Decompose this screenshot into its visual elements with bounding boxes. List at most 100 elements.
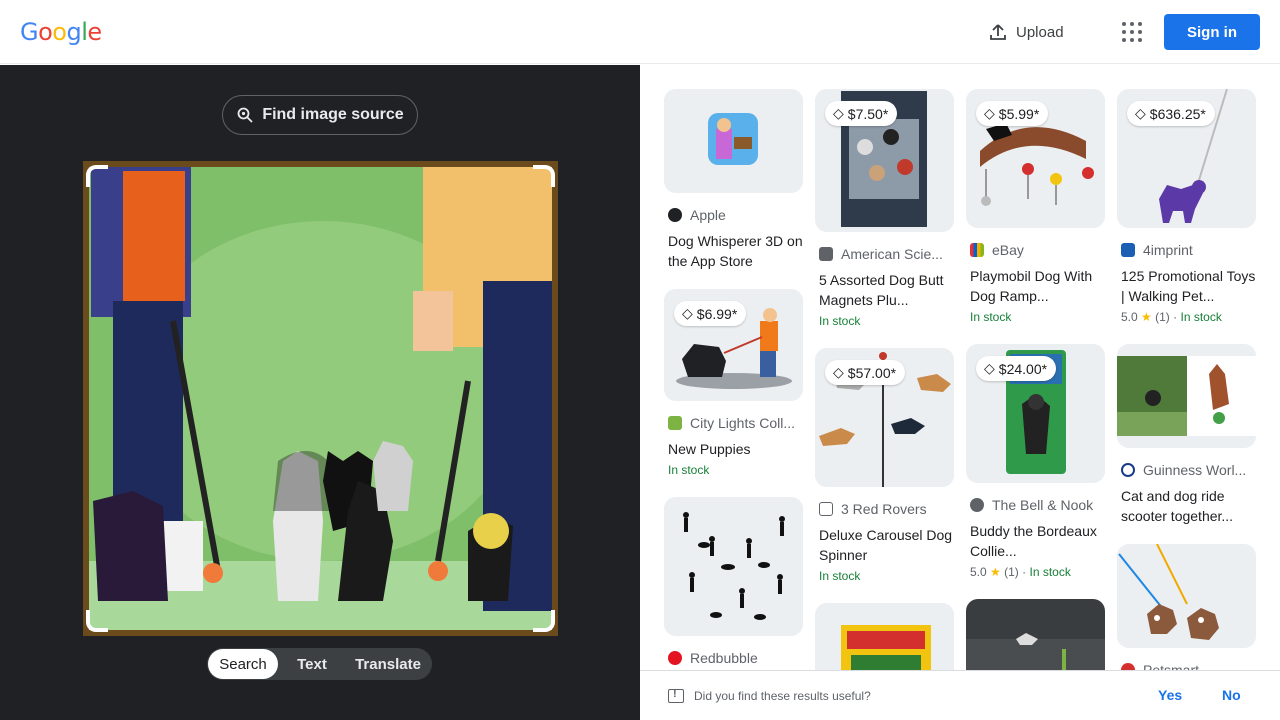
result-card[interactable]: Guinness Worl... Cat and dog ride scoote… <box>1117 344 1256 526</box>
result-card[interactable]: Redbubble <box>664 497 803 666</box>
rating-and-stock: 5.0 ★ (1) · In stock <box>1117 308 1256 326</box>
lens-mode-tabs: Search Text Translate <box>207 648 432 680</box>
result-title[interactable]: Playmobil Dog With Dog Ramp... <box>966 266 1105 306</box>
results-column-1: Apple Dog Whisperer 3D on the App Store … <box>664 89 803 670</box>
query-image[interactable] <box>83 161 558 636</box>
feedback-bar: Did you find these results useful? Yes N… <box>640 670 1280 720</box>
result-title[interactable]: Buddy the Bordeaux Collie... <box>966 521 1105 561</box>
results-column-3: ◇ $5.99* eBay Playmobil Dog With Dog Ramp… <box>966 89 1105 670</box>
visual-matches-panel: Apple Dog Whisperer 3D on the App Store … <box>640 65 1280 670</box>
find-image-source-button[interactable]: Find image source <box>222 95 418 135</box>
price-tag: ◇ $636.25* <box>1127 101 1215 126</box>
crop-handle-top-left[interactable] <box>86 165 108 187</box>
price-tag-icon: ◇ <box>1135 105 1146 121</box>
result-title[interactable]: New Puppies <box>664 439 803 459</box>
review-count: (1) <box>1004 565 1019 579</box>
result-source: The Bell & Nook <box>966 497 1105 513</box>
result-thumbnail[interactable] <box>966 599 1105 670</box>
result-card[interactable] <box>966 599 1105 670</box>
apps-grid-icon[interactable] <box>1120 20 1144 44</box>
results-column-2: ◇ $7.50* American Scie... 5 Assorted Dog … <box>815 89 954 670</box>
price-tag: ◇ $7.50* <box>825 101 898 126</box>
feedback-icon <box>668 688 684 703</box>
result-card[interactable]: Apple Dog Whisperer 3D on the App Store <box>664 89 803 271</box>
star-icon: ★ <box>1141 310 1152 324</box>
upload-label: Upload <box>1016 23 1064 41</box>
result-source: American Scie... <box>815 246 954 262</box>
result-source: City Lights Coll... <box>664 415 803 431</box>
result-thumbnail[interactable]: ◇ $6.99* <box>664 289 803 401</box>
petsmart-icon <box>1121 663 1135 670</box>
4imprint-icon <box>1121 243 1135 257</box>
result-source: Apple <box>664 207 803 223</box>
rating-value: 5.0 <box>970 565 987 579</box>
rating-value: 5.0 <box>1121 310 1138 324</box>
result-thumbnail[interactable]: ◇ $5.99* <box>966 89 1105 228</box>
result-card[interactable]: ◇ $5.99* eBay Playmobil Dog With Dog Ramp… <box>966 89 1105 326</box>
top-bar: Google Upload Sign in <box>0 0 1280 64</box>
3-red-rovers-icon <box>819 502 833 516</box>
tab-search[interactable]: Search <box>208 649 278 679</box>
lens-search-icon <box>237 107 253 123</box>
stock-status: In stock <box>668 463 710 477</box>
result-card[interactable]: ◇ $636.25* 4imprint 125 Promotional Toys … <box>1117 89 1256 326</box>
result-title[interactable]: 5 Assorted Dog Butt Magnets Plu... <box>815 270 954 310</box>
price-tag-icon: ◇ <box>984 105 995 121</box>
result-thumbnail[interactable] <box>1117 344 1256 448</box>
stock-status: In stock <box>970 310 1012 324</box>
price-tag: ◇ $5.99* <box>976 101 1049 126</box>
bell-and-nook-icon <box>970 498 984 512</box>
upload-icon <box>990 24 1006 40</box>
google-logo[interactable]: Google <box>20 18 102 46</box>
stock-status: In stock <box>819 314 861 328</box>
result-thumbnail[interactable]: ◇ $7.50* <box>815 89 954 232</box>
meta-separator: · <box>1022 565 1027 579</box>
feedback-question: Did you find these results useful? <box>694 688 871 703</box>
result-title[interactable]: 125 Promotional Toys | Walking Pet... <box>1117 266 1256 306</box>
review-count: (1) <box>1155 310 1170 324</box>
result-source: 3 Red Rovers <box>815 501 954 517</box>
price-tag: ◇ $24.00* <box>976 356 1057 381</box>
result-thumbnail[interactable] <box>664 497 803 636</box>
result-thumbnail[interactable] <box>664 89 803 193</box>
feedback-no-button[interactable]: No <box>1222 687 1241 703</box>
price-tag-icon: ◇ <box>833 105 844 121</box>
ebay-icon <box>970 243 984 257</box>
feedback-yes-button[interactable]: Yes <box>1158 687 1182 703</box>
result-card[interactable]: Petsmart <box>1117 544 1256 670</box>
tab-translate[interactable]: Translate <box>346 649 430 679</box>
result-card[interactable]: ◇ $57.00* 3 Red Rovers Deluxe Carousel Do… <box>815 348 954 585</box>
result-title[interactable]: Dog Whisperer 3D on the App Store <box>664 231 803 271</box>
price-tag-icon: ◇ <box>682 305 693 321</box>
result-source: Petsmart <box>1117 662 1256 670</box>
result-card[interactable] <box>815 603 954 670</box>
result-source: Guinness Worl... <box>1117 462 1256 478</box>
rating-and-stock: 5.0 ★ (1) · In stock <box>966 563 1105 581</box>
crop-handle-bottom-left[interactable] <box>86 610 108 632</box>
result-source: eBay <box>966 242 1105 258</box>
result-thumbnail[interactable]: ◇ $636.25* <box>1117 89 1256 228</box>
results-column-4: ◇ $636.25* 4imprint 125 Promotional Toys … <box>1117 89 1256 670</box>
tab-text[interactable]: Text <box>278 649 346 679</box>
sign-in-button[interactable]: Sign in <box>1164 14 1260 50</box>
upload-button[interactable]: Upload <box>988 18 1064 46</box>
crop-handle-top-right[interactable] <box>533 165 555 187</box>
result-title[interactable]: Deluxe Carousel Dog Spinner <box>815 525 954 565</box>
price-tag: ◇ $57.00* <box>825 360 906 385</box>
query-image-panel: Find image source Search Text Translate <box>0 65 640 720</box>
result-source: Redbubble <box>664 650 803 666</box>
result-title[interactable]: Cat and dog ride scooter together... <box>1117 486 1256 526</box>
result-card[interactable]: ◇ $24.00* The Bell & Nook Buddy the Borde… <box>966 344 1105 581</box>
crop-handle-bottom-right[interactable] <box>533 610 555 632</box>
result-card[interactable]: ◇ $7.50* American Scie... 5 Assorted Dog … <box>815 89 954 330</box>
apple-icon <box>668 208 682 222</box>
price-tag-icon: ◇ <box>984 360 995 376</box>
american-science-icon <box>819 247 833 261</box>
result-thumbnail[interactable] <box>1117 544 1256 648</box>
result-thumbnail[interactable] <box>815 603 954 670</box>
result-thumbnail[interactable]: ◇ $57.00* <box>815 348 954 487</box>
result-card[interactable]: ◇ $6.99* City Lights Coll... New Puppies … <box>664 289 803 479</box>
find-image-source-label: Find image source <box>262 106 404 123</box>
result-thumbnail[interactable]: ◇ $24.00* <box>966 344 1105 483</box>
price-tag-icon: ◇ <box>833 364 844 380</box>
